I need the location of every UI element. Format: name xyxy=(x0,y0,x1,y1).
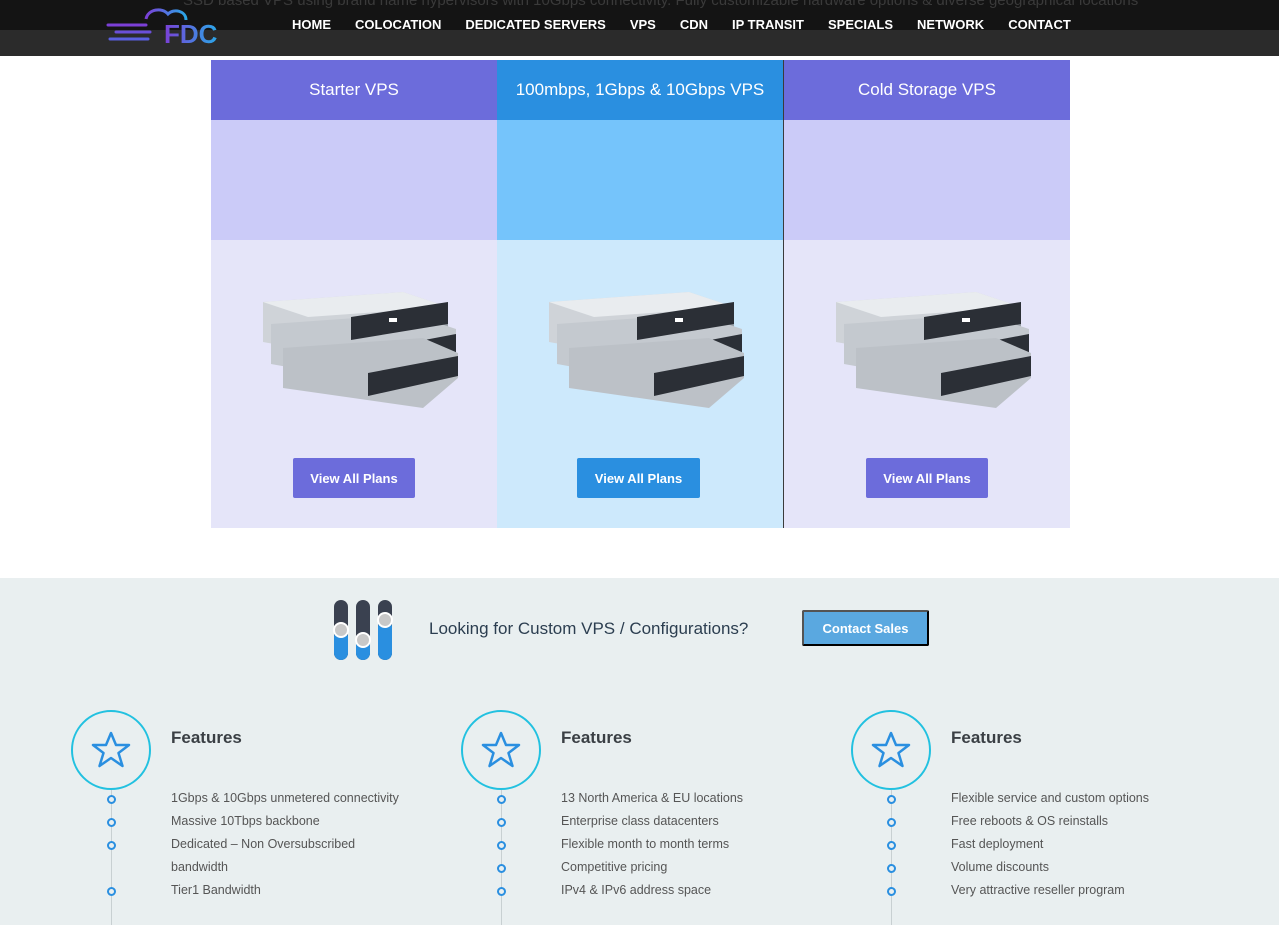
feature-list: 13 North America & EU locations Enterpri… xyxy=(461,787,821,902)
bullet-dot-icon xyxy=(107,795,116,804)
plan-cards: Starter VPS View All Plans 100mbps, 1Gbp… xyxy=(211,60,1070,528)
nav-home[interactable]: HOME xyxy=(292,17,331,32)
bullet-dot-icon xyxy=(497,864,506,873)
bullet-dot-icon xyxy=(887,795,896,804)
list-item: Very attractive reseller program xyxy=(851,879,1211,902)
feature-badge xyxy=(851,710,931,790)
feature-list: 1Gbps & 10Gbps unmetered connectivity Ma… xyxy=(71,787,431,902)
plan-cold-storage-vps: Cold Storage VPS View All Plans xyxy=(784,60,1070,528)
features-section: Looking for Custom VPS / Configurations?… xyxy=(0,578,1279,925)
star-icon xyxy=(481,731,521,768)
list-item: Free reboots & OS reinstalls xyxy=(851,810,1211,833)
svg-text:FDC: FDC xyxy=(164,19,218,47)
list-item: IPv4 & IPv6 address space xyxy=(461,879,821,902)
nav-vps[interactable]: VPS xyxy=(630,17,656,32)
feature-list: Flexible service and custom options Free… xyxy=(851,787,1211,902)
bullet-dot-icon xyxy=(887,887,896,896)
view-all-plans-button[interactable]: View All Plans xyxy=(866,458,988,498)
bullet-dot-icon xyxy=(887,864,896,873)
sliders-icon xyxy=(333,600,393,660)
plan-title: Cold Storage VPS xyxy=(784,60,1070,120)
list-item: Fast deployment xyxy=(851,833,1211,856)
nav-cdn[interactable]: CDN xyxy=(680,17,708,32)
plan-image-area: View All Plans xyxy=(211,240,497,528)
main-nav: HOME COLOCATION DEDICATED SERVERS VPS CD… xyxy=(280,17,1083,32)
nav-ip-transit[interactable]: IP TRANSIT xyxy=(732,17,804,32)
bullet-dot-icon xyxy=(497,887,506,896)
nav-colocation[interactable]: COLOCATION xyxy=(355,17,441,32)
list-item: 1Gbps & 10Gbps unmetered connectivity xyxy=(71,787,431,810)
bullet-dot-icon xyxy=(107,841,116,850)
list-item: Flexible service and custom options xyxy=(851,787,1211,810)
page: SSD based VPS using brand name hyperviso… xyxy=(0,0,1279,925)
plan-title: 100mbps, 1Gbps & 10Gbps VPS xyxy=(497,60,783,120)
nav-network[interactable]: NETWORK xyxy=(917,17,984,32)
view-all-plans-button[interactable]: View All Plans xyxy=(577,458,700,498)
plan-image-area: View All Plans xyxy=(784,240,1070,528)
bullet-dot-icon xyxy=(107,818,116,827)
plan-price-area xyxy=(784,120,1070,240)
view-all-plans-button[interactable]: View All Plans xyxy=(293,458,415,498)
nav-contact[interactable]: CONTACT xyxy=(1008,17,1071,32)
bullet-dot-icon xyxy=(497,818,506,827)
list-item: Flexible month to month terms xyxy=(461,833,821,856)
feature-column-2: Features 13 North America & EU locations… xyxy=(461,710,821,925)
list-item: Enterprise class datacenters xyxy=(461,810,821,833)
list-item: Tier1 Bandwidth xyxy=(71,879,431,902)
server-rack-icon xyxy=(263,292,458,408)
server-rack-icon xyxy=(549,292,744,408)
contact-sales-button[interactable]: Contact Sales xyxy=(802,610,929,646)
plan-image-area: View All Plans xyxy=(497,240,783,528)
feature-badge xyxy=(71,710,151,790)
list-item: Massive 10Tbps backbone xyxy=(71,810,431,833)
feature-title: Features xyxy=(171,728,242,747)
plan-gbps-vps: 100mbps, 1Gbps & 10Gbps VPS View All Pla… xyxy=(497,60,784,528)
star-icon xyxy=(91,731,131,768)
nav-specials[interactable]: SPECIALS xyxy=(828,17,893,32)
feature-title: Features xyxy=(561,728,632,747)
feature-title: Features xyxy=(951,728,1022,747)
bullet-dot-icon xyxy=(497,795,506,804)
list-item: Volume discounts xyxy=(851,856,1211,879)
bullet-dot-icon xyxy=(497,841,506,850)
plan-starter-vps: Starter VPS View All Plans xyxy=(211,60,497,528)
list-item: 13 North America & EU locations xyxy=(461,787,821,810)
bullet-dot-icon xyxy=(887,818,896,827)
star-icon xyxy=(871,731,911,768)
custom-vps-text: Looking for Custom VPS / Configurations? xyxy=(429,619,749,638)
feature-column-3: Features Flexible service and custom opt… xyxy=(851,710,1211,925)
plan-title: Starter VPS xyxy=(211,60,497,120)
feature-column-1: Features 1Gbps & 10Gbps unmetered connec… xyxy=(71,710,431,925)
server-rack-icon xyxy=(836,292,1031,408)
fdc-logo[interactable]: FDC xyxy=(104,5,244,49)
bullet-dot-icon xyxy=(107,887,116,896)
plan-price-area xyxy=(497,120,783,240)
nav-dedicated-servers[interactable]: DEDICATED SERVERS xyxy=(465,17,605,32)
site-header: SSD based VPS using brand name hyperviso… xyxy=(0,0,1279,56)
bullet-dot-icon xyxy=(887,841,896,850)
feature-badge xyxy=(461,710,541,790)
list-item: Competitive pricing xyxy=(461,856,821,879)
list-item: Dedicated – Non Oversubscribed bandwidth xyxy=(71,833,431,879)
plan-price-area xyxy=(211,120,497,240)
header-tagline: SSD based VPS using brand name hyperviso… xyxy=(183,0,1139,9)
